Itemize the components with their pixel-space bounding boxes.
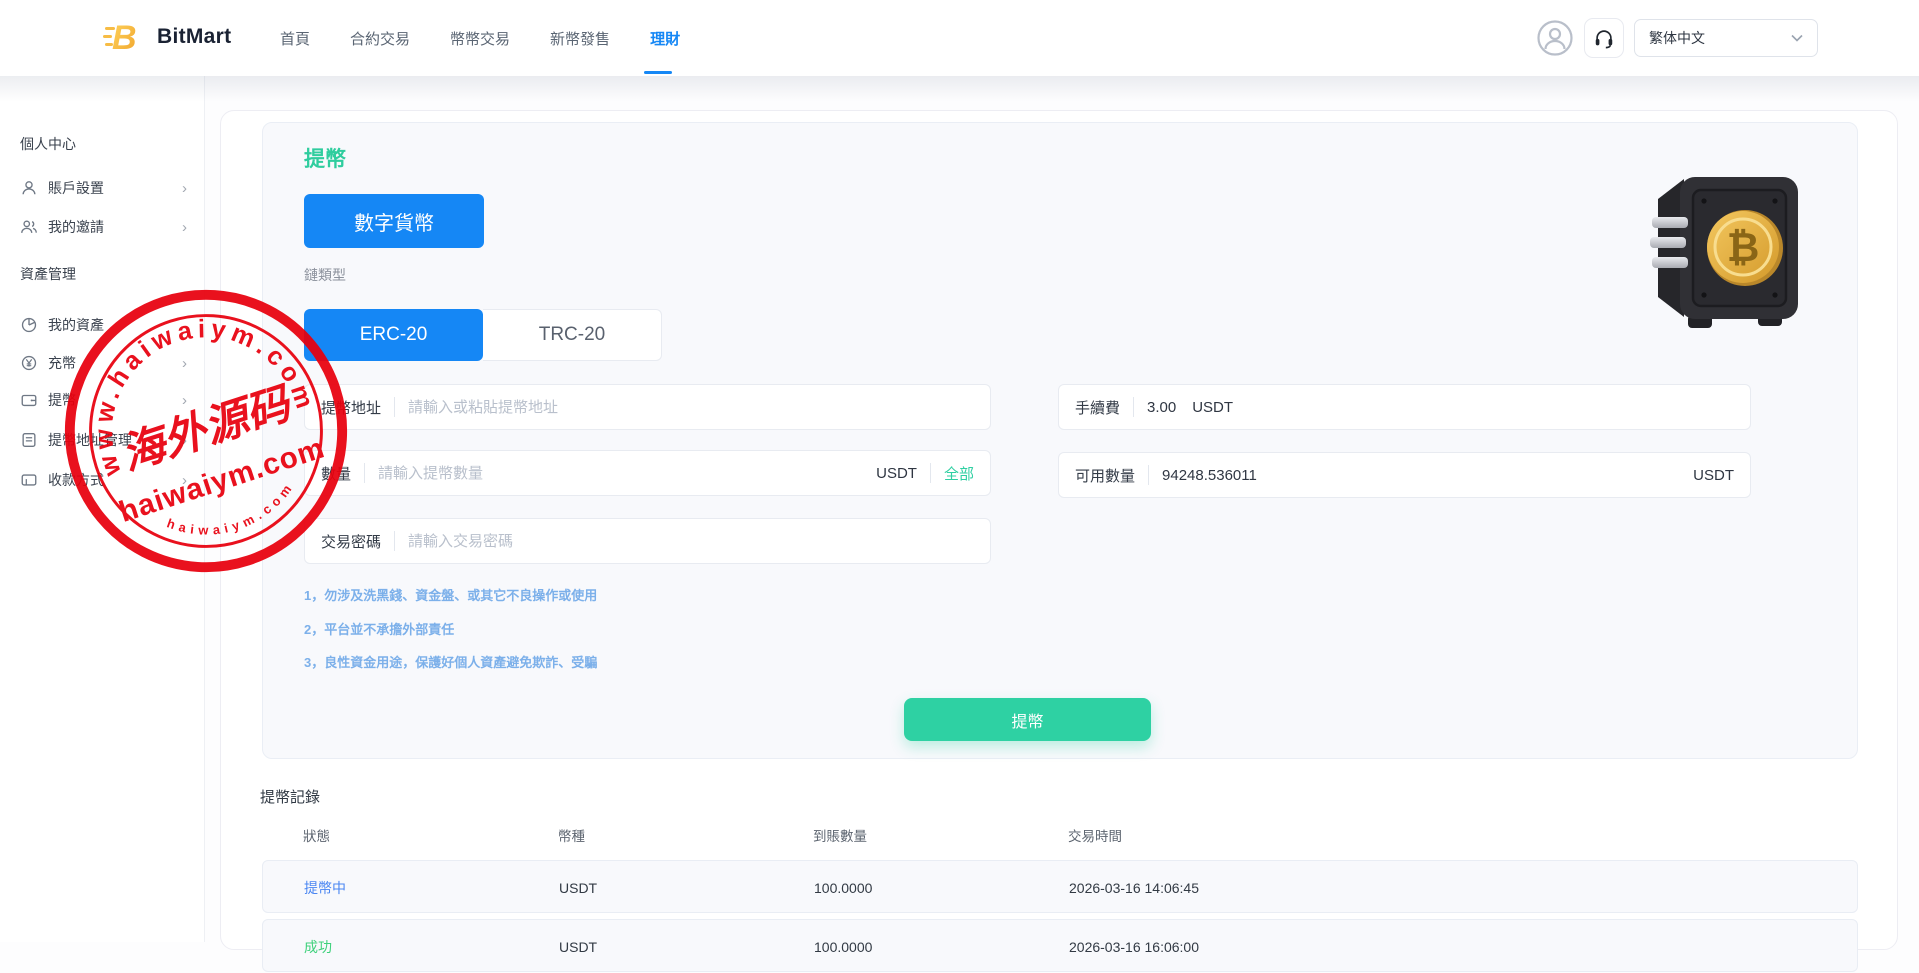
- chain-type-label: 鏈類型: [304, 265, 346, 285]
- nav-item-home[interactable]: 首頁: [280, 28, 310, 49]
- bank-card-icon: [20, 471, 38, 489]
- coin-yen-icon: [20, 354, 38, 372]
- nav-item-newcoin[interactable]: 新幣發售: [550, 28, 610, 49]
- pie-chart-icon: [20, 316, 38, 334]
- navbar-shadow: [0, 76, 1919, 102]
- user-avatar-icon[interactable]: [1536, 19, 1574, 57]
- withdraw-address-input[interactable]: [408, 399, 974, 416]
- bitcoin-vault-illustration: ₿: [1648, 165, 1808, 335]
- chevron-right-icon: ›: [182, 392, 187, 409]
- divider: [930, 463, 931, 483]
- available-label: 可用數量: [1075, 465, 1135, 486]
- sidebar-item-account-settings[interactable]: 賬戶設置 ›: [0, 169, 205, 207]
- amount-all-button[interactable]: 全部: [944, 463, 974, 484]
- nav-item-finance[interactable]: 理財: [650, 28, 680, 49]
- language-selector[interactable]: 繁体中文: [1634, 19, 1818, 57]
- sidebar-item-payment-methods[interactable]: 收款方式 ›: [0, 461, 205, 499]
- sidebar-header-personal: 個人中心: [20, 134, 76, 154]
- brand-logo[interactable]: B BitMart: [103, 15, 231, 59]
- amount-row: 數量 USDT 全部: [304, 450, 991, 496]
- divider: [394, 531, 395, 551]
- fee-row: 手續費 3.00 USDT: [1058, 384, 1751, 430]
- trade-password-row: 交易密碼: [304, 518, 991, 564]
- wallet-icon: [20, 391, 38, 409]
- col-header-coin: 幣種: [558, 825, 585, 845]
- top-navbar: B BitMart 首頁 合約交易 幣幣交易 新幣發售 理財: [0, 0, 1919, 76]
- record-time: 2026-03-16 14:06:45: [1069, 861, 1199, 914]
- fee-value: 3.00: [1147, 399, 1176, 416]
- notice-3: 3，良性資金用途，保護好個人資產避免欺詐、受騙: [304, 652, 597, 671]
- divider: [1148, 465, 1149, 485]
- fee-label: 手續費: [1075, 397, 1120, 418]
- user-icon: [20, 179, 38, 197]
- divider: [364, 463, 365, 483]
- brand-name: BitMart: [157, 25, 231, 49]
- record-coin: USDT: [559, 920, 597, 973]
- fee-unit: USDT: [1192, 399, 1233, 416]
- available-unit: USDT: [1693, 467, 1734, 484]
- sidebar-item-my-assets[interactable]: 我的資產: [0, 306, 205, 344]
- sidebar-item-my-invites[interactable]: 我的邀請 ›: [0, 208, 205, 246]
- sidebar-item-deposit[interactable]: 充幣 ›: [0, 344, 205, 382]
- record-amount: 100.0000: [814, 920, 872, 973]
- support-headset-icon[interactable]: [1584, 18, 1624, 58]
- sidebar-header-assets: 資產管理: [20, 264, 76, 284]
- withdraw-address-row: 提幣地址: [304, 384, 991, 430]
- records-title: 提幣記錄: [260, 786, 320, 807]
- divider: [394, 397, 395, 417]
- nav-item-spot[interactable]: 幣幣交易: [450, 28, 510, 49]
- sidebar: 個人中心 賬戶設置 › 我的邀請 › 資產管理 我的資產 充幣 ›: [0, 76, 205, 942]
- withdraw-address-label: 提幣地址: [321, 397, 381, 418]
- digital-currency-tab[interactable]: 數字貨幣: [304, 194, 484, 248]
- language-value: 繁体中文: [1649, 28, 1705, 48]
- record-coin: USDT: [559, 861, 597, 914]
- divider: [1133, 397, 1134, 417]
- trade-password-input[interactable]: [408, 533, 974, 550]
- users-icon: [20, 218, 38, 236]
- available-row: 可用數量 94248.536011 USDT: [1058, 452, 1751, 498]
- chain-tab-erc20[interactable]: ERC-20: [304, 309, 483, 361]
- notice-1: 1，勿涉及洗黑錢、資金盤、或其它不良操作或使用: [304, 585, 597, 604]
- col-header-status: 狀態: [303, 825, 330, 845]
- record-amount: 100.0000: [814, 861, 872, 914]
- bitmart-logo-icon: B: [103, 15, 145, 59]
- amount-label: 數量: [321, 463, 351, 484]
- nav-menu: 首頁 合約交易 幣幣交易 新幣發售 理財: [280, 0, 680, 76]
- nav-item-futures[interactable]: 合約交易: [350, 28, 410, 49]
- page-title: 提幣: [304, 143, 346, 173]
- chevron-right-icon: ›: [182, 355, 187, 372]
- record-row: 成功 USDT 100.0000 2026-03-16 16:06:00: [262, 919, 1858, 972]
- notice-2: 2，平台並不承擔外部責任: [304, 619, 454, 638]
- chevron-right-icon: ›: [182, 219, 187, 236]
- withdraw-submit-button[interactable]: 提幣: [904, 698, 1151, 741]
- record-status: 提幣中: [304, 861, 346, 914]
- trade-password-label: 交易密碼: [321, 531, 381, 552]
- active-nav-underline: [644, 71, 672, 74]
- chevron-down-icon: [1791, 34, 1803, 42]
- svg-text:₿: ₿: [1727, 225, 1760, 271]
- nav-right-controls: 繁体中文: [1536, 0, 1818, 76]
- chain-tab-trc20[interactable]: TRC-20: [483, 309, 662, 361]
- record-time: 2026-03-16 16:06:00: [1069, 920, 1199, 973]
- col-header-amount: 到賬數量: [813, 825, 867, 845]
- chevron-right-icon: ›: [182, 432, 187, 449]
- sidebar-item-withdraw-address[interactable]: 提幣地址管理 ›: [0, 421, 205, 459]
- amount-unit: USDT: [876, 465, 917, 482]
- chevron-right-icon: ›: [182, 180, 187, 197]
- record-status: 成功: [304, 920, 332, 973]
- withdraw-panel: 提幣 數字貨幣 鏈類型 ERC-20 TRC-20 提幣地址 數量 USDT 全…: [262, 122, 1858, 759]
- address-list-icon: [20, 431, 38, 449]
- chain-tabs: ERC-20 TRC-20: [304, 309, 662, 361]
- svg-text:B: B: [112, 19, 137, 57]
- sidebar-item-withdraw[interactable]: 提幣 ›: [0, 381, 205, 419]
- record-row: 提幣中 USDT 100.0000 2026-03-16 14:06:45: [262, 860, 1858, 913]
- available-value: 94248.536011: [1162, 467, 1257, 484]
- col-header-time: 交易時間: [1068, 825, 1122, 845]
- amount-input[interactable]: [378, 465, 876, 482]
- records-header-row: 狀態 幣種 到賬數量 交易時間: [262, 825, 1858, 845]
- chevron-right-icon: ›: [182, 472, 187, 489]
